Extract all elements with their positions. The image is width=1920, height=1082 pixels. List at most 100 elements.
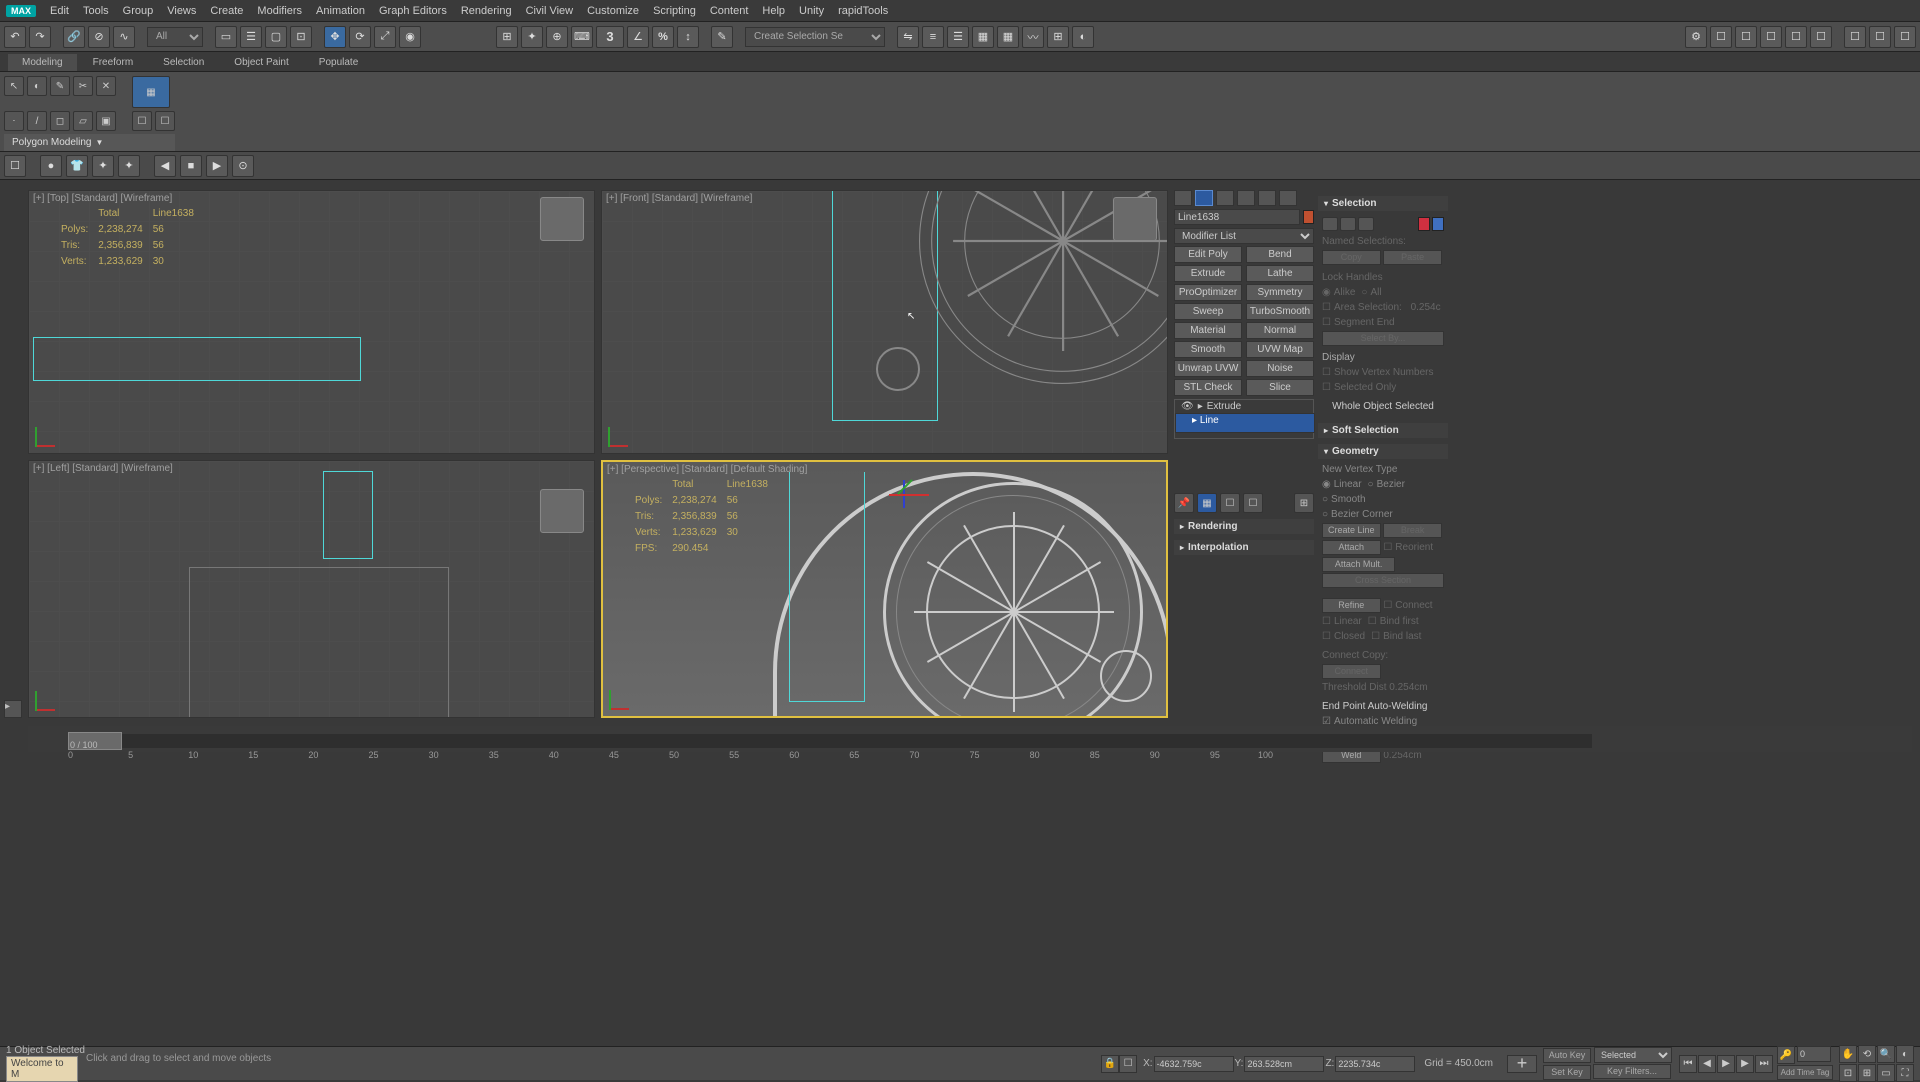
max-toggle-button[interactable]: ⛶	[1896, 1064, 1914, 1082]
spinner-snap-button[interactable]: ↕	[677, 26, 699, 48]
align-button[interactable]: ≡	[922, 26, 944, 48]
orbit-gizmo[interactable]	[1100, 650, 1152, 702]
curve-editor-button[interactable]: 〰	[1022, 26, 1044, 48]
viewport-left-label[interactable]: [+] [Left] [Standard] [Wireframe]	[33, 463, 173, 474]
render-b-button[interactable]: ☐	[1760, 26, 1782, 48]
render-setup-button[interactable]: ⚙	[1685, 26, 1707, 48]
rib-select-button[interactable]: ↖	[4, 76, 24, 96]
viewport-persp-label[interactable]: [+] [Perspective] [Standard] [Default Sh…	[607, 464, 807, 475]
select-region-button[interactable]: ▢	[265, 26, 287, 48]
mod-lathe[interactable]: Lathe	[1246, 265, 1314, 282]
x-coord-field[interactable]	[1154, 1056, 1234, 1072]
render-c-button[interactable]: ☐	[1785, 26, 1807, 48]
rollout-rendering[interactable]: Rendering	[1174, 519, 1314, 534]
undo-button[interactable]: ↶	[4, 26, 26, 48]
create-line-button[interactable]: Create Line	[1322, 523, 1381, 538]
rib-border-button[interactable]: ◻	[50, 111, 70, 131]
stack-line[interactable]: ▸ Line	[1175, 413, 1315, 433]
tab-modeling[interactable]: Modeling	[8, 54, 77, 71]
menu-group[interactable]: Group	[123, 5, 154, 17]
viewcube-left[interactable]	[540, 489, 584, 533]
viewcube-top[interactable]	[540, 197, 584, 241]
rib-paint-button[interactable]: ✎	[50, 76, 70, 96]
z-coord-field[interactable]	[1335, 1056, 1415, 1072]
object-color-swatch[interactable]	[1303, 210, 1314, 224]
manipulate-button[interactable]: ⊕	[546, 26, 568, 48]
add-time-tag-button[interactable]: Add Time Tag	[1777, 1065, 1833, 1080]
expand-trackbar-button[interactable]: ▸	[4, 700, 22, 718]
stack-extrude[interactable]: 👁▸Extrude	[1175, 400, 1313, 413]
rib-y-button[interactable]: ☐	[155, 111, 175, 131]
time-ruler[interactable]: 0 / 100 05 1015 2025 3035 4045 5055 6065…	[28, 740, 1590, 760]
modifier-list-dropdown[interactable]: Modifier List	[1174, 228, 1314, 244]
mod-stlcheck[interactable]: STL Check	[1174, 379, 1242, 396]
mod-smooth[interactable]: Smooth	[1174, 341, 1242, 358]
select-scale-button[interactable]: ⤢	[374, 26, 396, 48]
cmd-hierarchy-tab[interactable]	[1216, 190, 1234, 206]
tab-objectpaint[interactable]: Object Paint	[220, 54, 302, 71]
all-radio[interactable]: ○ All	[1361, 285, 1381, 300]
zoom-ext-all-button[interactable]: ⊞	[1858, 1064, 1876, 1082]
schematic-button[interactable]: ⊞	[1047, 26, 1069, 48]
rollout-selection[interactable]: Selection	[1318, 196, 1448, 211]
sub-clothes-button[interactable]: 👕	[66, 155, 88, 177]
mod-extrude[interactable]: Extrude	[1174, 265, 1242, 282]
redo-button[interactable]: ↷	[29, 26, 51, 48]
layers-button[interactable]: ☰	[947, 26, 969, 48]
break-button[interactable]: Break	[1383, 523, 1442, 538]
cmd-create-tab[interactable]	[1174, 190, 1192, 206]
stack-show-button[interactable]: ▦	[1197, 493, 1217, 513]
toggle-a-button[interactable]: ▦	[972, 26, 994, 48]
menu-rendering[interactable]: Rendering	[461, 5, 512, 17]
reorient-check[interactable]: ☐ Reorient	[1383, 540, 1433, 555]
viewport-top-label[interactable]: [+] [Top] [Standard] [Wireframe]	[33, 193, 172, 204]
move-gizmo[interactable]	[889, 480, 919, 510]
keyboard-shortcut-button[interactable]: ⌨	[571, 26, 593, 48]
viewport-top[interactable]: [+] [Top] [Standard] [Wireframe] TotalLi…	[28, 190, 595, 454]
selected-only-check[interactable]: ☐ Selected Only	[1322, 380, 1396, 395]
mod-symmetry[interactable]: Symmetry	[1246, 284, 1314, 301]
rollout-softselection[interactable]: Soft Selection	[1318, 423, 1448, 438]
edit-selection-button[interactable]: ✎	[711, 26, 733, 48]
pivot-button[interactable]: ✦	[521, 26, 543, 48]
mod-unwrapuvw[interactable]: Unwrap UVW	[1174, 360, 1242, 377]
mod-prooptimizer[interactable]: ProOptimizer	[1174, 284, 1242, 301]
sub-spray-button[interactable]: ✦	[92, 155, 114, 177]
menu-unity[interactable]: Unity	[799, 5, 824, 17]
subobj-spline[interactable]	[1358, 217, 1374, 231]
select-move-button[interactable]: ✥	[324, 26, 346, 48]
link-button[interactable]: 🔗	[63, 26, 85, 48]
closed-check[interactable]: ☐ Closed	[1322, 629, 1365, 644]
modifier-stack[interactable]: 👁▸Extrude ▸ Line	[1174, 399, 1314, 439]
connect-check[interactable]: ☐ Connect	[1383, 598, 1432, 613]
render-d-button[interactable]: ☐	[1810, 26, 1832, 48]
render-frame-button[interactable]: ☐	[1710, 26, 1732, 48]
viewport-left[interactable]: [+] [Left] [Standard] [Wireframe]	[28, 460, 595, 718]
menu-edit[interactable]: Edit	[50, 5, 69, 17]
menu-create[interactable]: Create	[210, 5, 243, 17]
linear2-check[interactable]: ☐ Linear	[1322, 614, 1362, 629]
ext-c-button[interactable]: ☐	[1894, 26, 1916, 48]
sel-color-1[interactable]	[1418, 217, 1430, 231]
rib-epoly-button[interactable]: ▦	[132, 76, 170, 108]
menu-help[interactable]: Help	[762, 5, 785, 17]
selection-set-dropdown[interactable]: Create Selection Se	[745, 27, 885, 47]
menu-grapheditors[interactable]: Graph Editors	[379, 5, 447, 17]
region-zoom-button[interactable]: ▭	[1877, 1064, 1895, 1082]
mod-uvwmap[interactable]: UVW Map	[1246, 341, 1314, 358]
sub-chevright-button[interactable]: ▶	[206, 155, 228, 177]
maxscript-listener[interactable]: Welcome to M	[6, 1056, 78, 1082]
menu-scripting[interactable]: Scripting	[653, 5, 696, 17]
mod-editpoly[interactable]: Edit Poly	[1174, 246, 1242, 263]
cmd-utilities-tab[interactable]	[1279, 190, 1297, 206]
mod-material[interactable]: Material	[1174, 322, 1242, 339]
refine-button[interactable]: Refine	[1322, 598, 1381, 613]
rib-vertex-button[interactable]: ⋅	[4, 111, 24, 131]
unlink-button[interactable]: ⊘	[88, 26, 110, 48]
smooth-radio[interactable]: ○ Smooth	[1322, 492, 1366, 507]
toggle-b-button[interactable]: ▦	[997, 26, 1019, 48]
paste-button[interactable]: Paste	[1383, 250, 1442, 265]
mod-bend[interactable]: Bend	[1246, 246, 1314, 263]
selection-filter[interactable]: All	[147, 27, 203, 47]
sub-star-button[interactable]: ✦	[118, 155, 140, 177]
